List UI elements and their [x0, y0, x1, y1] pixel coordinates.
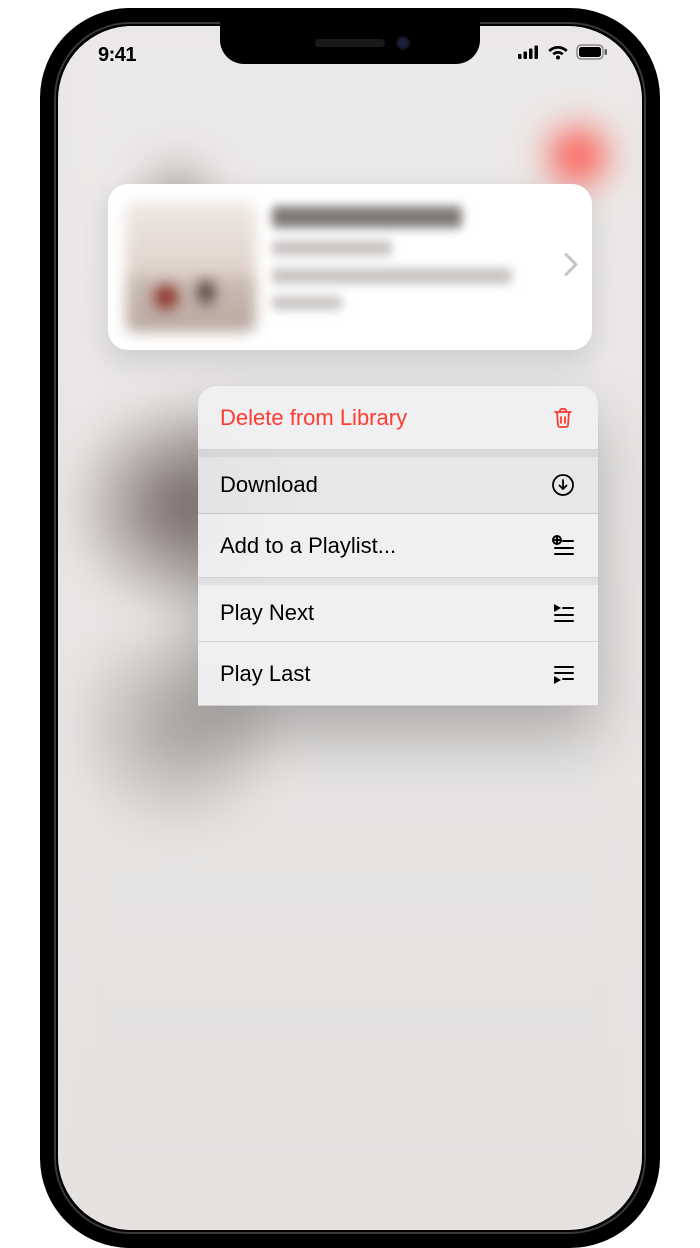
- song-album: [272, 268, 512, 284]
- screen: 9:41: [58, 26, 642, 1230]
- album-artwork: [126, 202, 256, 332]
- context-header-card[interactable]: [108, 184, 592, 350]
- trash-icon: [550, 405, 576, 431]
- menu-item-label: Play Last: [220, 661, 311, 687]
- menu-item-label: Delete from Library: [220, 405, 407, 431]
- context-menu: Delete from Library Download Add to a Pl…: [198, 386, 598, 706]
- song-year: [272, 296, 342, 310]
- menu-item-label: Download: [220, 472, 318, 498]
- play-last-icon: [550, 661, 576, 687]
- play-next-item[interactable]: Play Next: [198, 578, 598, 642]
- battery-icon: [576, 44, 608, 65]
- add-to-playlist-item[interactable]: Add to a Playlist...: [198, 514, 598, 578]
- delete-from-library-item[interactable]: Delete from Library: [198, 386, 598, 450]
- phone-frame: 9:41: [40, 8, 660, 1248]
- menu-item-label: Play Next: [220, 600, 314, 626]
- song-artist: [272, 240, 392, 256]
- download-icon: [550, 472, 576, 498]
- add-to-playlist-icon: [550, 533, 576, 559]
- status-time: 9:41: [98, 40, 136, 67]
- song-title: [272, 206, 462, 228]
- menu-item-label: Add to a Playlist...: [220, 533, 396, 559]
- play-next-icon: [550, 600, 576, 626]
- download-item[interactable]: Download: [198, 450, 598, 514]
- song-metadata: [272, 202, 574, 322]
- wifi-icon: [547, 44, 569, 65]
- notch: [220, 22, 480, 64]
- play-last-item[interactable]: Play Last: [198, 642, 598, 706]
- chevron-right-icon: [564, 253, 578, 282]
- cellular-icon: [518, 45, 540, 64]
